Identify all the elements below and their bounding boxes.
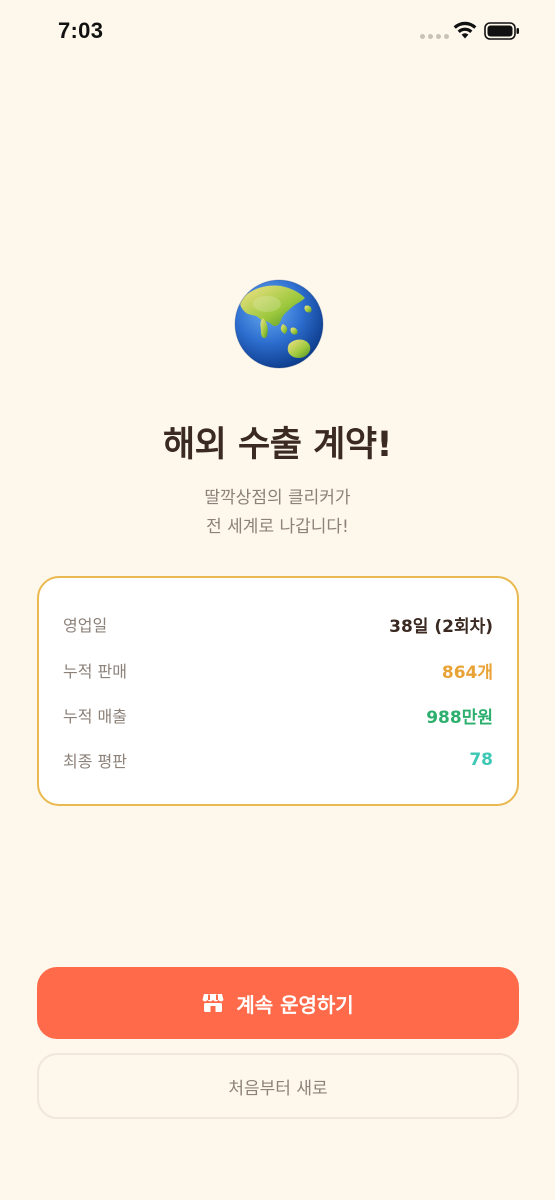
stat-label: 최종 평판 (63, 752, 127, 771)
wifi-icon (453, 21, 477, 39)
subtitle-line-1: 딸깍상점의 클리커가 (204, 488, 351, 508)
stat-row-business-days: 영업일 38일 (2회차) (63, 609, 493, 639)
stat-row-total-sales: 누적 판매 864개 (63, 655, 493, 685)
stat-label: 누적 판매 (63, 662, 127, 681)
ending-screen: 7:03 해외 수출 계약! 딸깍상점의 클리커가 전 세계로 나갑니다! 영업… (0, 0, 555, 1200)
restart-button[interactable]: 처음부터 새로 (37, 1053, 519, 1119)
stat-label: 영업일 (63, 616, 108, 635)
continue-business-label: 계속 운영하기 (236, 992, 354, 1017)
stats-card: 영업일 38일 (2회차) 누적 판매 864개 누적 매출 988만원 최종 … (37, 576, 519, 806)
page-subtitle: 딸깍상점의 클리커가 전 세계로 나갑니다! (0, 484, 555, 542)
globe-asia-australia-icon (234, 279, 324, 369)
continue-business-button[interactable]: 계속 운영하기 (37, 967, 519, 1039)
stat-row-final-reputation: 최종 평판 78 (63, 745, 493, 775)
stat-label: 누적 매출 (63, 707, 127, 726)
stat-value: 864개 (441, 662, 493, 683)
signal-icon (420, 34, 449, 39)
battery-icon (484, 22, 519, 40)
page-title: 해외 수출 계약! (162, 425, 393, 465)
status-time: 7:03 (58, 18, 104, 43)
restart-label: 처음부터 새로 (228, 1078, 328, 1099)
stat-value: 78 (469, 750, 493, 770)
status-bar: 7:03 (0, 0, 555, 62)
subtitle-line-2: 전 세계로 나갑니다! (206, 517, 349, 537)
stat-value: 988만원 (426, 707, 493, 728)
shop-icon (202, 994, 224, 1012)
stat-value: 38일 (2회차) (389, 616, 493, 637)
stat-row-total-revenue: 누적 매출 988만원 (63, 700, 493, 730)
